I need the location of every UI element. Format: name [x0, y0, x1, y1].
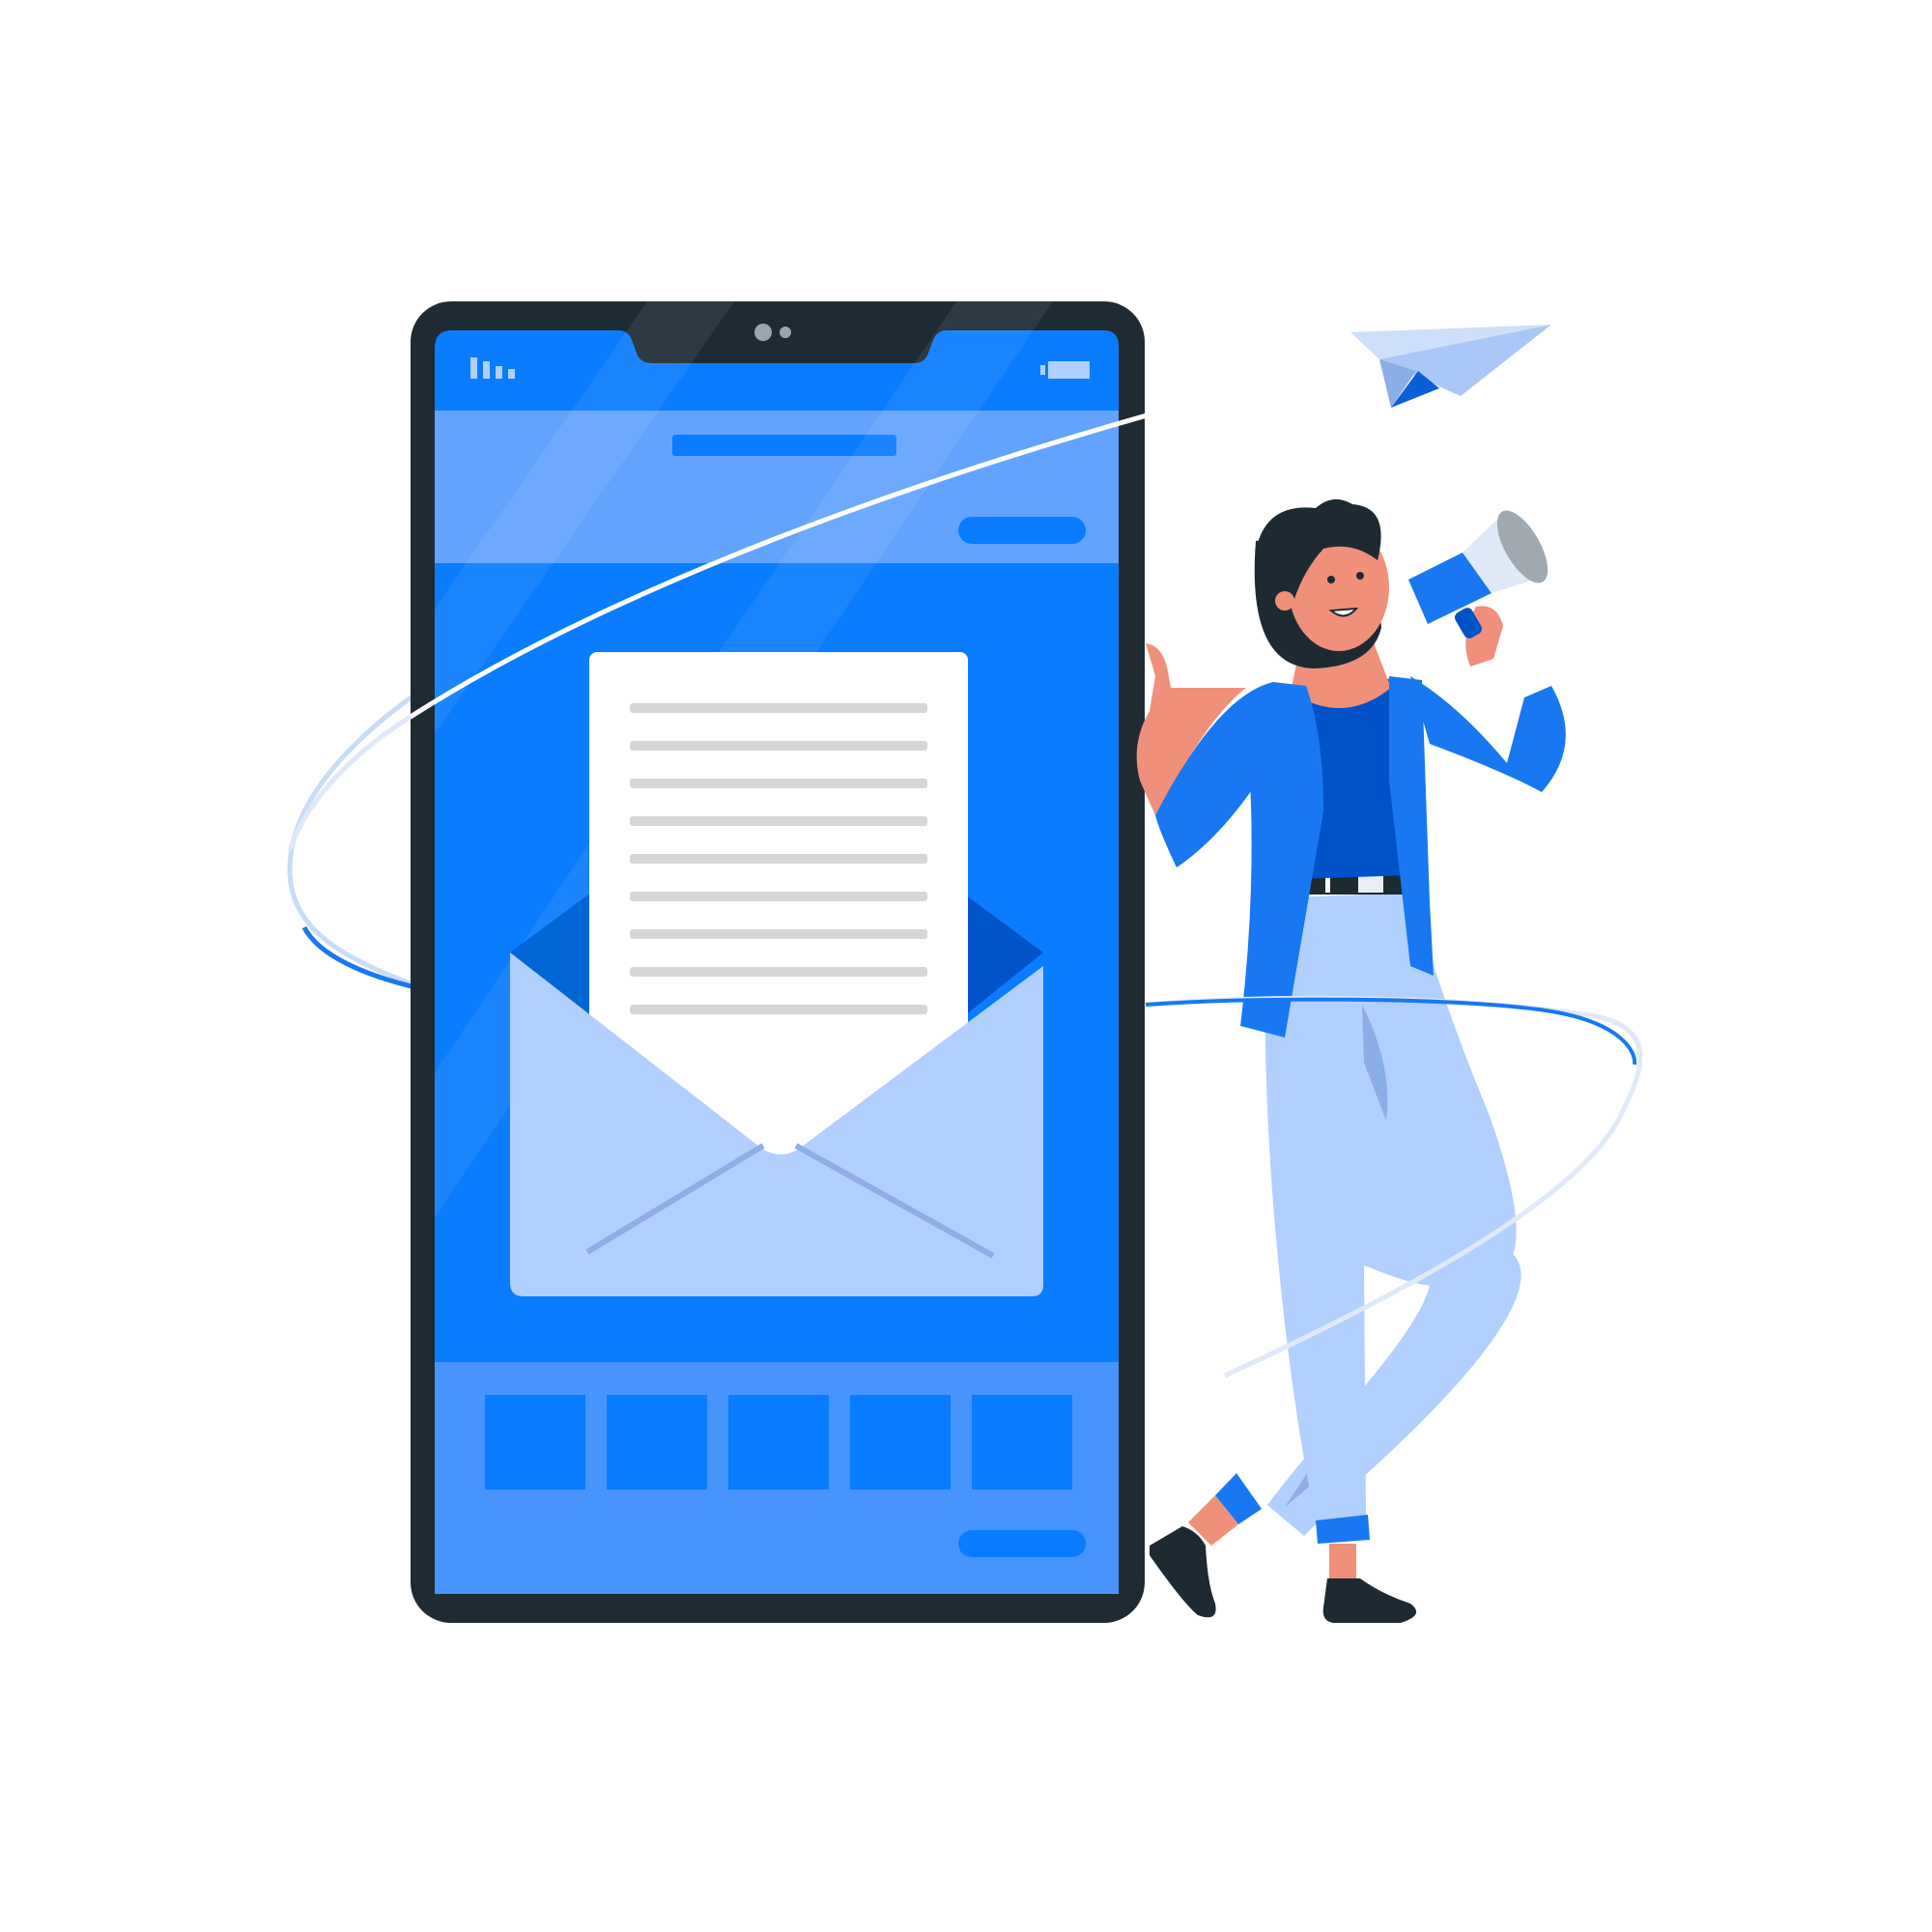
- woman-figure: [1136, 498, 1566, 1623]
- footer-tile: [607, 1395, 707, 1490]
- envelope-icon: [510, 652, 1043, 1296]
- front-ankle: [1329, 1544, 1356, 1578]
- paper-plane-icon: [1350, 325, 1551, 408]
- letter-lines: [630, 703, 927, 1014]
- eye: [1327, 576, 1335, 583]
- footer-tile: [485, 1395, 585, 1490]
- orbit-line-front-tail: [287, 714, 412, 851]
- front-shoe: [1322, 1578, 1417, 1623]
- footer-pill-button: [958, 1530, 1086, 1557]
- right-sleeve: [1410, 676, 1566, 792]
- header-pill-button: [958, 517, 1086, 544]
- footer-tile: [972, 1395, 1072, 1490]
- footer-tile: [850, 1395, 951, 1490]
- eye: [1356, 572, 1364, 580]
- email-marketing-illustration: [287, 301, 1643, 1623]
- ear: [1275, 591, 1294, 611]
- footer-tiles: [485, 1395, 1072, 1490]
- camera-dot: [754, 324, 772, 341]
- sensor-dot: [780, 327, 791, 338]
- footer-tile: [728, 1395, 829, 1490]
